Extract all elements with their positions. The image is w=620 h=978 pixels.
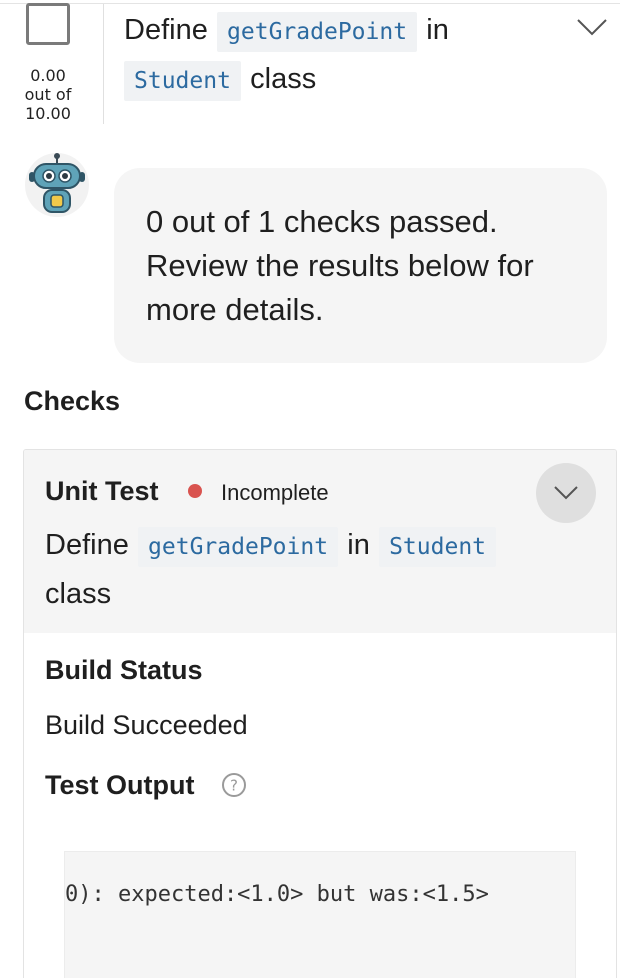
svg-text:?: ? bbox=[230, 777, 238, 795]
score-total: 10.00 bbox=[25, 104, 71, 123]
build-status-value: Build Succeeded bbox=[45, 710, 248, 740]
check-title-suffix: class bbox=[45, 578, 112, 610]
chevron-down-icon bbox=[554, 486, 578, 500]
robot-avatar-icon bbox=[24, 152, 90, 218]
task-title-suffix: class bbox=[250, 63, 317, 95]
chevron-down-icon[interactable] bbox=[574, 12, 610, 42]
test-output-text: 0): expected:<1.0> but was:<1.5> bbox=[65, 882, 489, 907]
checks-heading: Checks bbox=[24, 386, 121, 416]
task-title[interactable]: Define getGradePoint in Student class bbox=[124, 5, 544, 103]
check-title-prefix: Define bbox=[45, 529, 129, 561]
check-title-class: Student bbox=[379, 527, 497, 567]
check-card: Unit Test Incomplete Define getGradePoin… bbox=[23, 449, 617, 978]
task-score: 0.00 out of 10.00 bbox=[10, 66, 86, 123]
task-title-method: getGradePoint bbox=[217, 12, 418, 52]
score-out-of: out of bbox=[24, 85, 72, 104]
score-value: 0.00 bbox=[30, 66, 66, 85]
task-title-class: Student bbox=[124, 61, 241, 101]
check-title-in: in bbox=[347, 529, 370, 561]
build-status-label: Build Status bbox=[45, 655, 203, 685]
check-card-header[interactable]: Unit Test Incomplete Define getGradePoin… bbox=[24, 450, 616, 633]
task-title-prefix: Define bbox=[124, 14, 208, 46]
feedback-bubble: 0 out of 1 checks passed. Review the res… bbox=[114, 168, 607, 363]
check-status: Incomplete bbox=[221, 480, 329, 505]
check-type-label: Unit Test bbox=[45, 476, 159, 506]
task-checkbox[interactable] bbox=[26, 3, 70, 45]
status-dot-icon bbox=[188, 484, 202, 498]
check-title-method: getGradePoint bbox=[138, 527, 339, 567]
help-icon[interactable]: ? bbox=[221, 772, 247, 798]
feedback-message: 0 out of 1 checks passed. Review the res… bbox=[146, 204, 534, 327]
check-title: Define getGradePoint in Student class bbox=[45, 520, 585, 618]
header-divider bbox=[103, 4, 104, 124]
expand-check-button[interactable] bbox=[536, 463, 596, 523]
task-header: 0.00 out of 10.00 Define getGradePoint i… bbox=[0, 0, 620, 140]
test-output-label: Test Output bbox=[45, 770, 195, 800]
test-output-box[interactable]: 0): expected:<1.0> but was:<1.5> bbox=[64, 851, 576, 978]
task-title-in: in bbox=[426, 14, 449, 46]
